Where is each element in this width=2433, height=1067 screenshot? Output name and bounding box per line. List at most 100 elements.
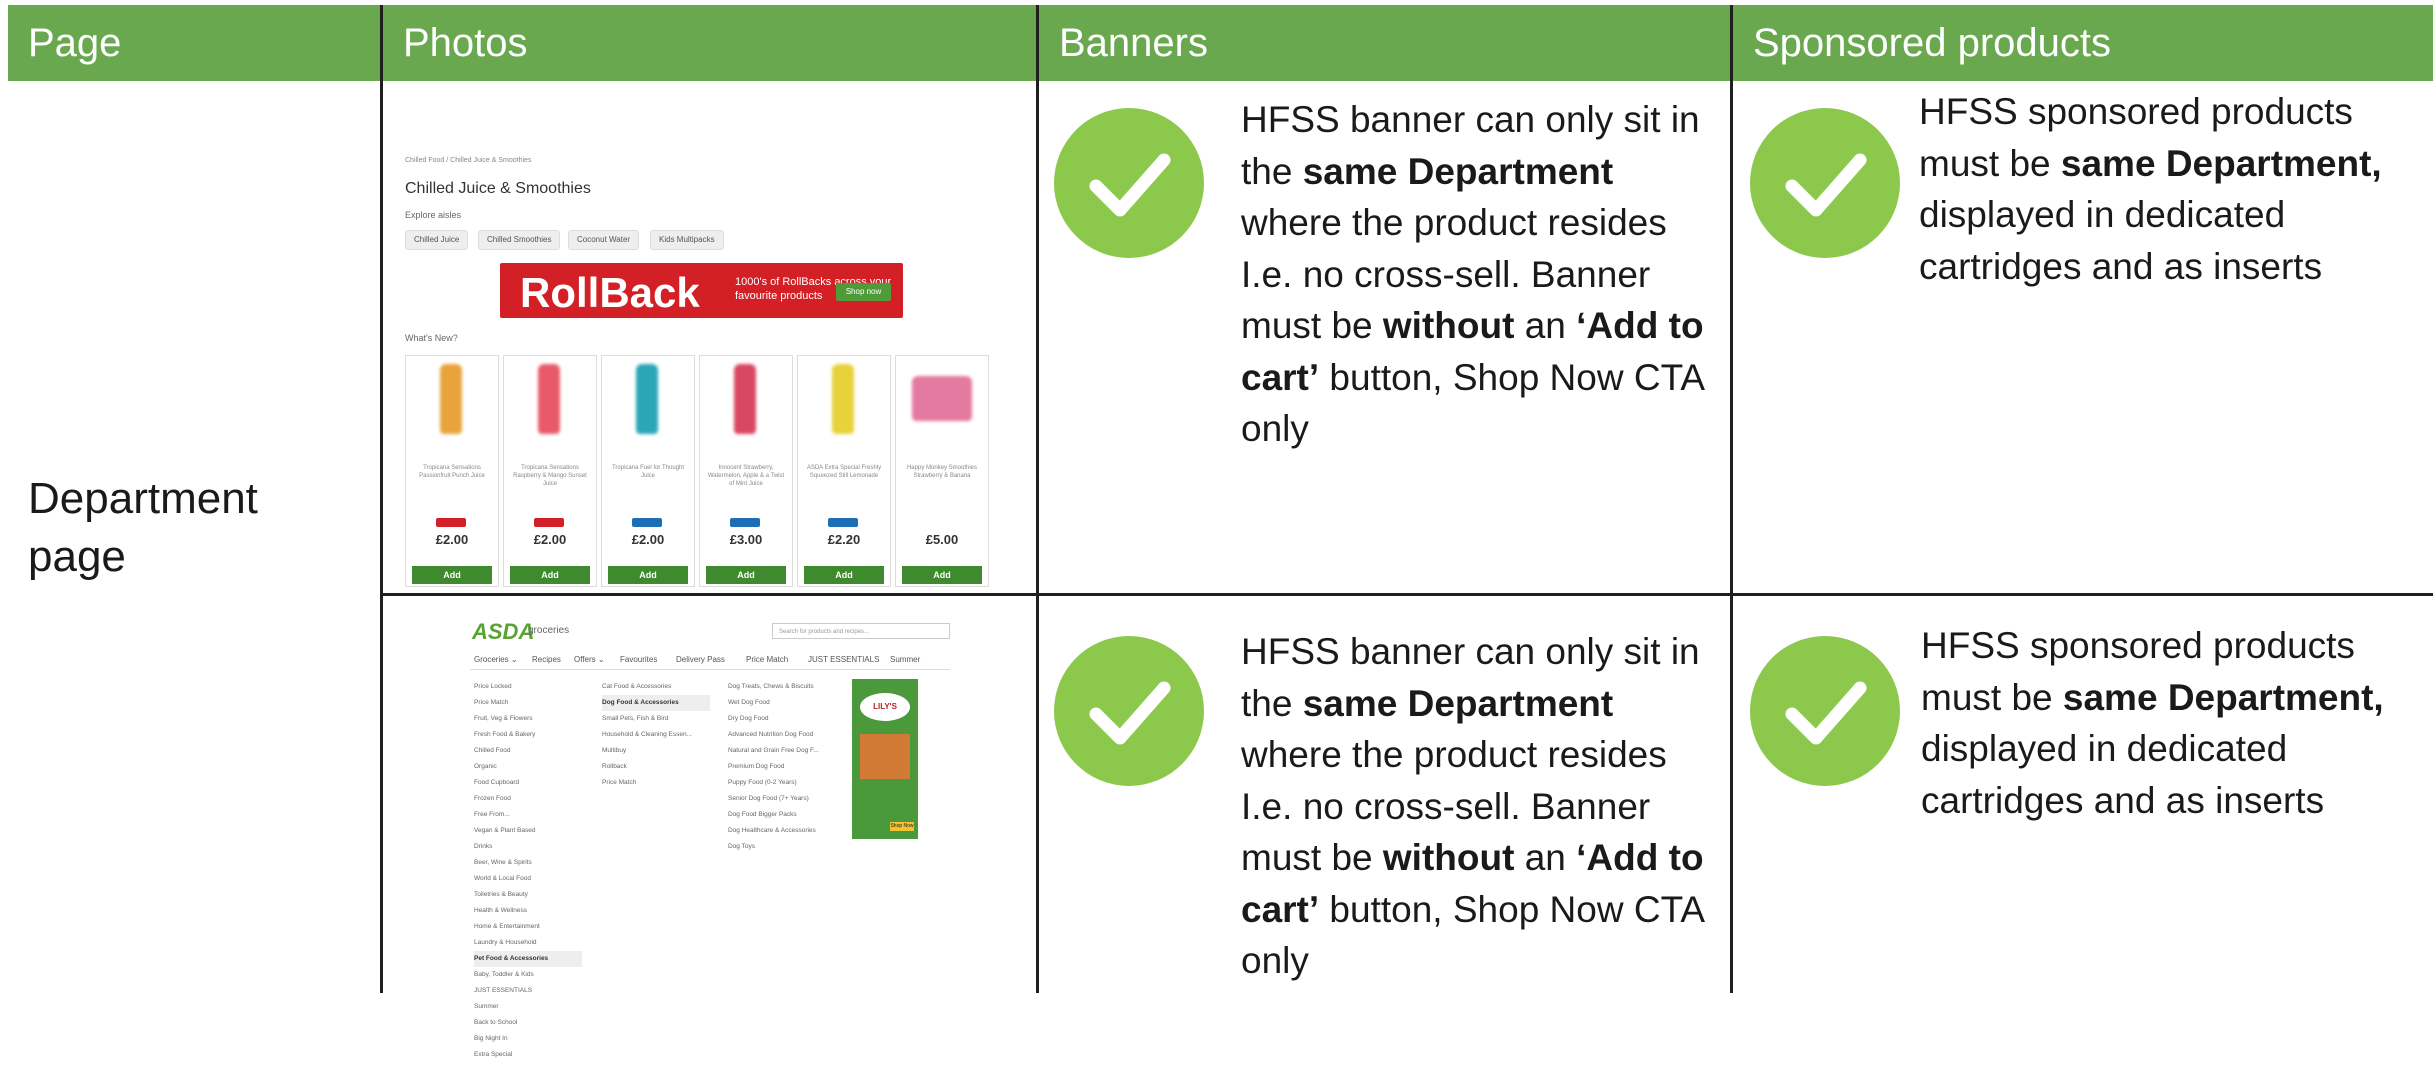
menu-item[interactable]: Back to School	[474, 1015, 582, 1031]
menu-item[interactable]: Advanced Nutrition Dog Food	[728, 727, 843, 743]
menu-item[interactable]: Home & Entertainment	[474, 919, 582, 935]
product-image	[538, 364, 560, 434]
menu-item[interactable]: Senior Dog Food (7+ Years)	[728, 791, 843, 807]
menu-item[interactable]: Price Locked	[474, 679, 582, 695]
menu-item[interactable]: Summer	[474, 999, 582, 1015]
product-name: Tropicana Fuel for Thought Juice	[611, 465, 685, 479]
menu-item[interactable]: Dog Healthcare & Accessories	[728, 823, 843, 839]
add-button[interactable]: Add	[706, 566, 786, 584]
menu-item[interactable]: Drinks	[474, 839, 582, 855]
aisle-chip[interactable]: Coconut Water	[568, 230, 640, 250]
menu-item[interactable]: Food Cupboard	[474, 775, 582, 791]
banner-rule-text: HFSS banner can only sit in the same Dep…	[1241, 99, 1704, 449]
menu-item[interactable]: Rollback	[602, 759, 710, 775]
menu-item[interactable]: Multibuy	[602, 743, 710, 759]
menu-item[interactable]: Baby, Toddler & Kids	[474, 967, 582, 983]
header-photos: Photos	[403, 21, 528, 65]
nav-item[interactable]: Offers ⌄	[574, 655, 605, 664]
banner-rule-text: HFSS banner can only sit in the same Dep…	[1241, 631, 1704, 981]
nav-item[interactable]: Price Match	[746, 655, 788, 664]
add-button[interactable]: Add	[608, 566, 688, 584]
menu-item[interactable]: Chilled Food	[474, 743, 582, 759]
menu-item[interactable]: Cat Food & Accessories	[602, 679, 710, 695]
asda-logo[interactable]: ASDA	[472, 619, 534, 645]
menu-item[interactable]: Dry Dog Food	[728, 711, 843, 727]
product-price: £3.00	[729, 532, 763, 547]
product-card[interactable]: Tropicana Sensations Passionfruit Punch …	[405, 355, 499, 587]
product-card[interactable]: Happy Monkey Smoothies Strawberry & Bana…	[895, 355, 989, 587]
menu-item[interactable]: Premium Dog Food	[728, 759, 843, 775]
menu-item[interactable]: Natural and Grain Free Dog F...	[728, 743, 843, 759]
pet-food-banner[interactable]: LILY'S Shop Now	[852, 679, 918, 839]
add-button[interactable]: Add	[804, 566, 884, 584]
menu-item[interactable]: Price Match	[602, 775, 710, 791]
header-banners: Banners	[1059, 21, 1208, 65]
product-price: £2.00	[435, 532, 469, 547]
aisle-chip[interactable]: Chilled Juice	[405, 230, 469, 250]
menu-item[interactable]: Extra Special	[474, 1047, 582, 1063]
menu-item[interactable]: Wet Dog Food	[728, 695, 843, 711]
add-button[interactable]: Add	[902, 566, 982, 584]
menu-column-departments: Price Locked Price Match Fruit, Veg & Flow…	[474, 679, 582, 1063]
menu-item[interactable]: Vegan & Plant Based	[474, 823, 582, 839]
menu-item[interactable]: Laundry & Household	[474, 935, 582, 951]
table-header: Page Photos Banners Sponsored products	[8, 5, 2433, 81]
menu-item[interactable]: Dog Toys	[728, 839, 843, 855]
menu-item[interactable]: Dog Treats, Chews & Biscuits	[728, 679, 843, 695]
menu-item[interactable]: Frozen Food	[474, 791, 582, 807]
check-circle-icon	[1750, 636, 1900, 786]
nav-item[interactable]: Recipes	[532, 655, 561, 664]
shop-now-button[interactable]: Shop Now	[890, 822, 914, 831]
add-button[interactable]: Add	[412, 566, 492, 584]
row-divider	[380, 593, 2433, 596]
menu-item[interactable]: JUST ESSENTIALS	[474, 983, 582, 999]
nav-item[interactable]: Groceries ⌄	[474, 655, 518, 664]
product-card[interactable]: ASDA Extra Special Freshly Squeezed Stil…	[797, 355, 891, 587]
column-divider	[1730, 5, 1733, 993]
shop-now-button[interactable]: Shop now	[836, 283, 891, 301]
menu-item[interactable]: Dog Food & Accessories	[602, 695, 710, 711]
main-nav: Groceries ⌄ Recipes Offers ⌄ Favourites …	[470, 651, 950, 670]
product-price: £5.00	[925, 532, 959, 547]
menu-item[interactable]: Fruit, Veg & Flowers	[474, 711, 582, 727]
rollback-banner[interactable]: RollBack 1000's of RollBacks across your…	[500, 263, 903, 318]
product-image	[832, 364, 854, 434]
photo-department-page-juice: Chilled Food / Chilled Juice & Smoothies…	[400, 145, 1000, 587]
nav-item[interactable]: JUST ESSENTIALS	[808, 655, 879, 664]
aisle-chip[interactable]: Kids Multipacks	[650, 230, 724, 250]
menu-item[interactable]: Price Match	[474, 695, 582, 711]
menu-item[interactable]: Household & Cleaning Essen...	[602, 727, 710, 743]
product-card[interactable]: Innocent Strawberry, Watermelon, Apple &…	[699, 355, 793, 587]
menu-item[interactable]: Beer, Wine & Spirits	[474, 855, 582, 871]
nav-item[interactable]: Favourites	[620, 655, 657, 664]
offer-badge	[828, 518, 858, 527]
product-name: Tropicana Sensations Passionfruit Punch …	[419, 465, 485, 479]
menu-item[interactable]: World & Local Food	[474, 871, 582, 887]
menu-item[interactable]: Free From...	[474, 807, 582, 823]
menu-item[interactable]: Puppy Food (0-2 Years)	[728, 775, 843, 791]
add-button[interactable]: Add	[510, 566, 590, 584]
product-card[interactable]: Tropicana Sensations Raspberry & Mango S…	[503, 355, 597, 587]
column-divider	[1036, 5, 1039, 993]
menu-item[interactable]: Fresh Food & Bakery	[474, 727, 582, 743]
menu-item[interactable]: Dog Food Bigger Packs	[728, 807, 843, 823]
search-input[interactable]: Search for products and recipes...	[772, 623, 950, 639]
menu-item[interactable]: Health & Wellness	[474, 903, 582, 919]
banner-product-image	[860, 734, 910, 779]
menu-item[interactable]: Pet Food & Accessories	[474, 951, 582, 967]
row-label: Department page	[28, 474, 258, 581]
product-card[interactable]: Tropicana Fuel for Thought Juice £2.00 A…	[601, 355, 695, 587]
offer-badge	[436, 518, 466, 527]
nav-item[interactable]: Summer	[890, 655, 920, 664]
section-label: What's New?	[405, 333, 458, 343]
menu-item[interactable]: Small Pets, Fish & Bird	[602, 711, 710, 727]
menu-item[interactable]: Toiletries & Beauty	[474, 887, 582, 903]
menu-item[interactable]: Big Night In	[474, 1031, 582, 1047]
nav-item[interactable]: Delivery Pass	[676, 655, 725, 664]
offer-badge	[632, 518, 662, 527]
product-price: £2.00	[533, 532, 567, 547]
check-circle-icon	[1054, 108, 1204, 258]
section-label: Explore aisles	[405, 210, 462, 220]
menu-item[interactable]: Organic	[474, 759, 582, 775]
aisle-chip[interactable]: Chilled Smoothies	[478, 230, 561, 250]
